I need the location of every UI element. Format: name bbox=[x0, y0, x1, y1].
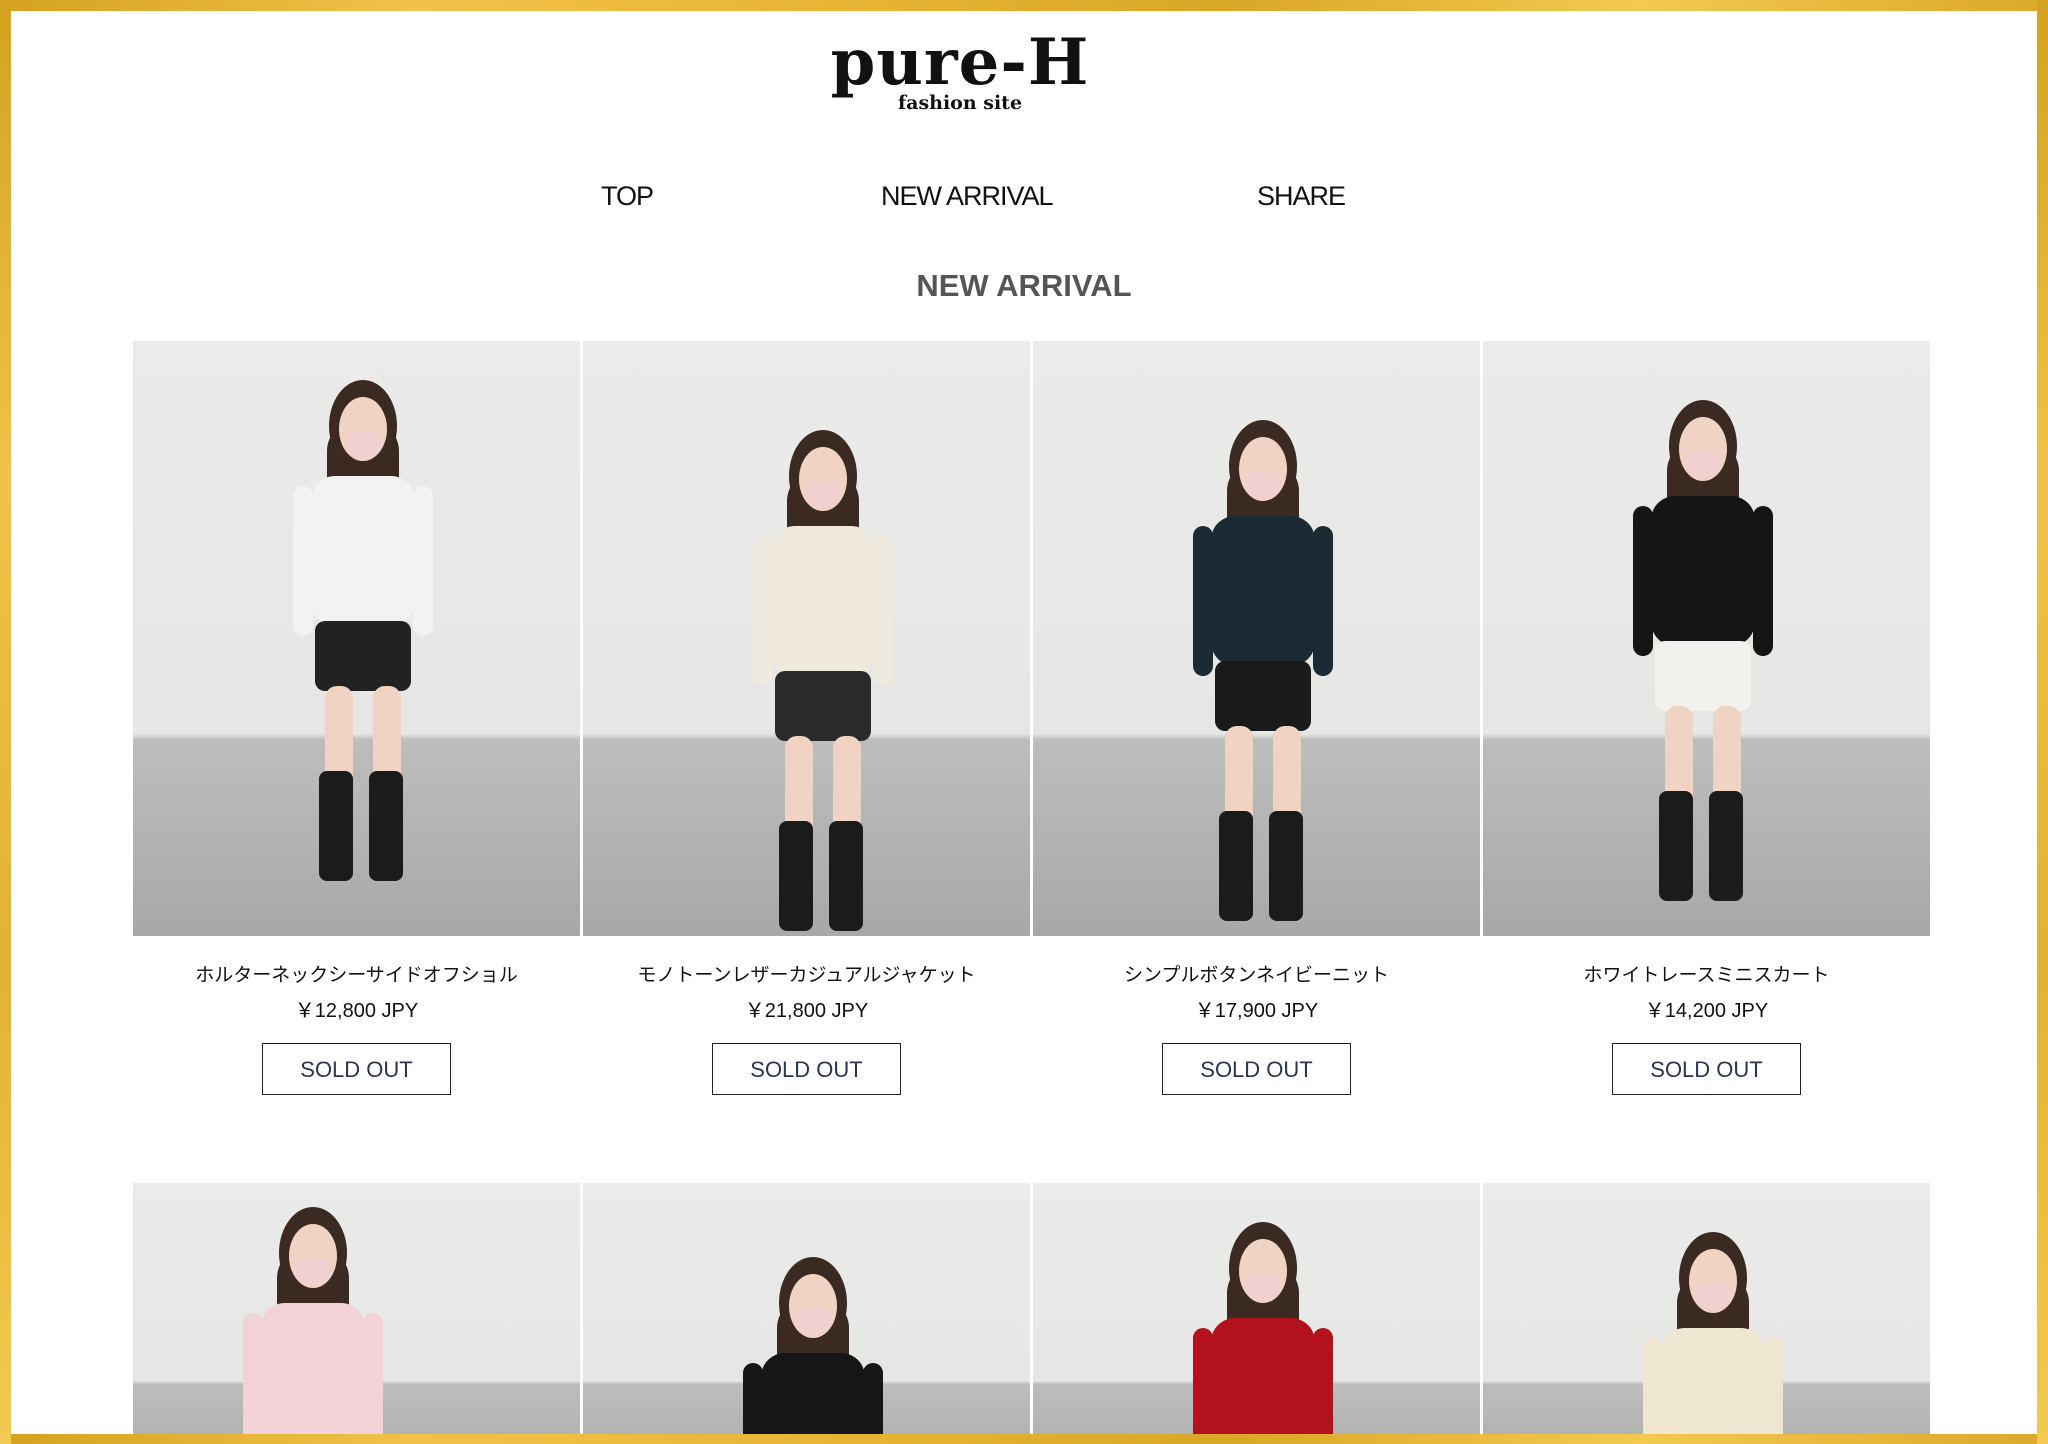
product-name[interactable]: モノトーンレザーカジュアルジャケット bbox=[583, 963, 1030, 989]
section-title: NEW ARRIVAL bbox=[916, 268, 1132, 303]
nav-top[interactable]: TOP bbox=[601, 176, 654, 216]
product-image[interactable] bbox=[1033, 341, 1480, 936]
sold-out-button[interactable]: SOLD OUT bbox=[1162, 1043, 1351, 1095]
product-image[interactable] bbox=[1033, 1183, 1480, 1444]
model-figure-partial bbox=[243, 1207, 383, 1444]
product-name[interactable]: シンプルボタンネイビーニット bbox=[1033, 963, 1480, 989]
nav-share[interactable]: SHARE bbox=[1257, 176, 1346, 216]
site-logo[interactable]: pure-H fashion site bbox=[800, 28, 1120, 128]
sold-out-button[interactable]: SOLD OUT bbox=[262, 1043, 451, 1095]
product-price: ￥12,800 JPY bbox=[294, 1000, 419, 1022]
model-figure bbox=[293, 380, 433, 881]
sold-out-button[interactable]: SOLD OUT bbox=[1612, 1043, 1801, 1095]
logo-title: pure-H bbox=[830, 25, 1090, 100]
product-name[interactable]: ホワイトレースミニスカート bbox=[1483, 963, 1930, 989]
model-figure bbox=[1193, 420, 1333, 921]
sold-out-button[interactable]: SOLD OUT bbox=[712, 1043, 901, 1095]
model-figure-partial bbox=[743, 1257, 883, 1444]
product-image[interactable] bbox=[133, 1183, 580, 1444]
product-name[interactable]: ホルターネックシーサイドオフショル bbox=[133, 963, 580, 989]
product-image[interactable] bbox=[583, 1183, 1030, 1444]
model-figure bbox=[753, 430, 893, 931]
nav-new-arrival[interactable]: NEW ARRIVAL bbox=[881, 176, 1054, 216]
product-price: ￥14,200 JPY bbox=[1644, 1000, 1769, 1022]
product-image[interactable] bbox=[583, 341, 1030, 936]
model-figure-partial bbox=[1193, 1222, 1333, 1444]
model-figure bbox=[1633, 400, 1773, 901]
product-image[interactable] bbox=[133, 341, 580, 936]
product-image[interactable] bbox=[1483, 341, 1930, 936]
main-nav: TOP NEW ARRIVAL SHARE bbox=[0, 176, 2048, 216]
model-figure-partial bbox=[1643, 1232, 1783, 1444]
product-price: ￥21,800 JPY bbox=[744, 1000, 869, 1022]
product-price: ￥17,900 JPY bbox=[1194, 1000, 1319, 1022]
product-image[interactable] bbox=[1483, 1183, 1930, 1444]
